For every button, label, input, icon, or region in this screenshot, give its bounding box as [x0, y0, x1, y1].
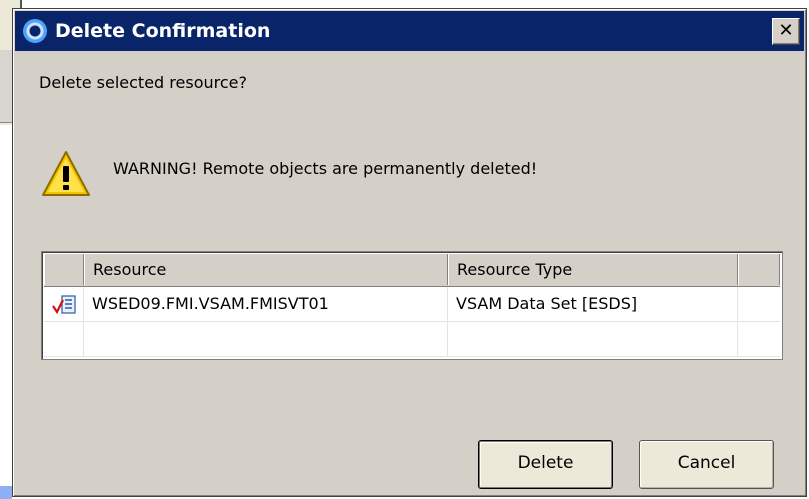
table-header: Resource Resource Type — [44, 254, 780, 287]
delete-confirmation-dialog: Delete Confirmation ✕ Delete selected re… — [12, 8, 807, 497]
background-tab — [0, 486, 12, 499]
table-row-empty — [44, 322, 780, 357]
empty-cell — [84, 322, 448, 356]
table-row[interactable]: WSED09.FMI.VSAM.FMISVT01 VSAM Data Set [… — [44, 287, 780, 322]
vsam-dataset-icon — [52, 295, 76, 315]
dialog-title: Delete Confirmation — [55, 20, 271, 42]
empty-cell — [44, 322, 84, 356]
empty-cell — [448, 322, 738, 356]
column-header-icon[interactable] — [44, 254, 84, 285]
row-icon-cell — [44, 287, 84, 321]
close-icon: ✕ — [778, 20, 794, 41]
column-header-resource-type[interactable]: Resource Type — [448, 254, 738, 285]
column-header-filler — [738, 254, 780, 285]
cancel-button[interactable]: Cancel — [639, 440, 774, 489]
close-button[interactable]: ✕ — [772, 18, 800, 45]
warning-text: WARNING! Remote objects are permanently … — [113, 159, 538, 178]
warning-triangle-icon — [42, 151, 90, 196]
resource-name-cell: WSED09.FMI.VSAM.FMISVT01 — [84, 287, 448, 321]
delete-button[interactable]: Delete — [478, 440, 613, 489]
prompt-text: Delete selected resource? — [39, 73, 247, 92]
dialog-titlebar[interactable]: Delete Confirmation ✕ — [15, 11, 804, 51]
column-header-resource[interactable]: Resource — [84, 254, 448, 285]
resource-table: Resource Resource Type WSED09.FMI.VSAM.F… — [41, 251, 783, 360]
resource-type-cell: VSAM Data Set [ESDS] — [448, 287, 738, 321]
app-logo-icon — [23, 19, 47, 43]
